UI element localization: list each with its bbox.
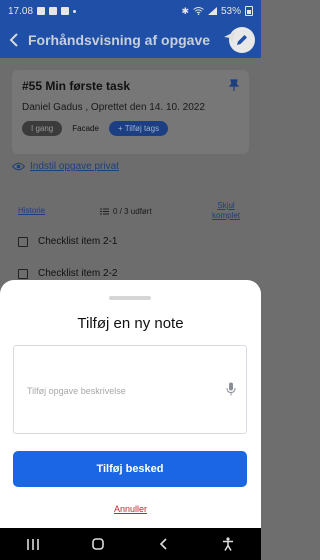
hide-completed-link[interactable]: Skjul komplet	[212, 201, 240, 221]
checklist-item[interactable]: Checklist item 2-1	[18, 236, 117, 247]
page-title: Forhåndsvisning af opgave	[28, 32, 211, 48]
task-meta: Daniel Gadus , Oprettet den 14. 10. 2022	[22, 102, 205, 113]
cancel-button[interactable]: Annuller	[0, 504, 261, 514]
set-private-link[interactable]: Indstil opgave privat	[12, 161, 119, 172]
sheet-title: Tilføj en ny note	[77, 315, 184, 332]
add-tags-label: Tilføj tags	[124, 124, 160, 133]
phase-chip[interactable]: Facade	[68, 121, 103, 136]
note-input[interactable]	[27, 384, 217, 398]
add-note-sheet: Tilføj en ny note Tilføj besked Annuller	[0, 280, 261, 528]
notification-icon	[37, 7, 46, 15]
checklist-icon	[100, 208, 109, 215]
home-icon	[92, 538, 104, 550]
send-icon[interactable]	[223, 30, 237, 44]
add-tags-button[interactable]: + Tilføj tags	[108, 121, 169, 136]
task-card: #55 Min første task Daniel Gadus , Opret…	[12, 70, 249, 154]
battery-percent: 53%	[220, 5, 241, 17]
notification-icon	[49, 7, 58, 15]
pin-icon[interactable]	[229, 79, 239, 91]
checklist-item-label: Checklist item 2-1	[38, 236, 118, 247]
history-link[interactable]: Historie	[18, 206, 45, 215]
status-right: ✱ 53%	[181, 6, 253, 17]
add-note-button[interactable]: Tilføj besked	[13, 451, 247, 487]
checklist-progress-label: 0 / 3 udført	[113, 207, 152, 216]
task-details: #55 Min første task Daniel Gadus , Opret…	[0, 58, 261, 287]
set-private-label: Indstil opgave privat	[30, 161, 119, 172]
drag-handle[interactable]	[109, 296, 151, 300]
back-arrow-icon[interactable]	[0, 22, 28, 58]
back-button[interactable]	[148, 528, 178, 560]
edit-icon	[237, 35, 247, 45]
status-left: 17.08	[8, 5, 77, 17]
accessibility-icon	[223, 537, 234, 551]
hide-completed-line2: komplet	[212, 211, 241, 220]
system-nav-bar	[0, 528, 261, 560]
accessibility-button[interactable]	[213, 528, 243, 560]
back-icon	[159, 538, 167, 550]
signal-icon	[207, 7, 217, 15]
youtube-icon	[61, 7, 70, 15]
status-bar: 17.08 ✱ 53%	[0, 0, 261, 22]
task-chips: I gang Facade + Tilføj tags	[22, 121, 169, 136]
checklist-item-label: Checklist item 2-2	[38, 268, 118, 279]
checklist-item[interactable]: Checklist item 2-2	[18, 268, 117, 279]
checklist-progress: 0 / 3 udført	[100, 207, 152, 216]
checkbox[interactable]	[18, 268, 28, 279]
recents-icon	[26, 538, 39, 550]
note-field[interactable]	[13, 345, 247, 434]
hide-completed-line1: Skjul	[217, 201, 235, 210]
eye-icon	[12, 162, 25, 171]
home-button[interactable]	[83, 528, 113, 560]
mic-icon[interactable]	[226, 382, 236, 396]
app-bar: Forhåndsvisning af opgave	[0, 22, 261, 58]
status-time: 17.08	[8, 5, 34, 17]
more-notifications-icon	[73, 9, 77, 13]
recents-button[interactable]	[18, 528, 48, 560]
battery-icon	[245, 6, 253, 16]
bluetooth-icon: ✱	[181, 5, 189, 16]
task-title: #55 Min første task	[22, 79, 131, 93]
status-chip[interactable]: I gang	[22, 121, 63, 136]
wifi-icon	[193, 7, 204, 15]
checkbox[interactable]	[18, 236, 28, 247]
